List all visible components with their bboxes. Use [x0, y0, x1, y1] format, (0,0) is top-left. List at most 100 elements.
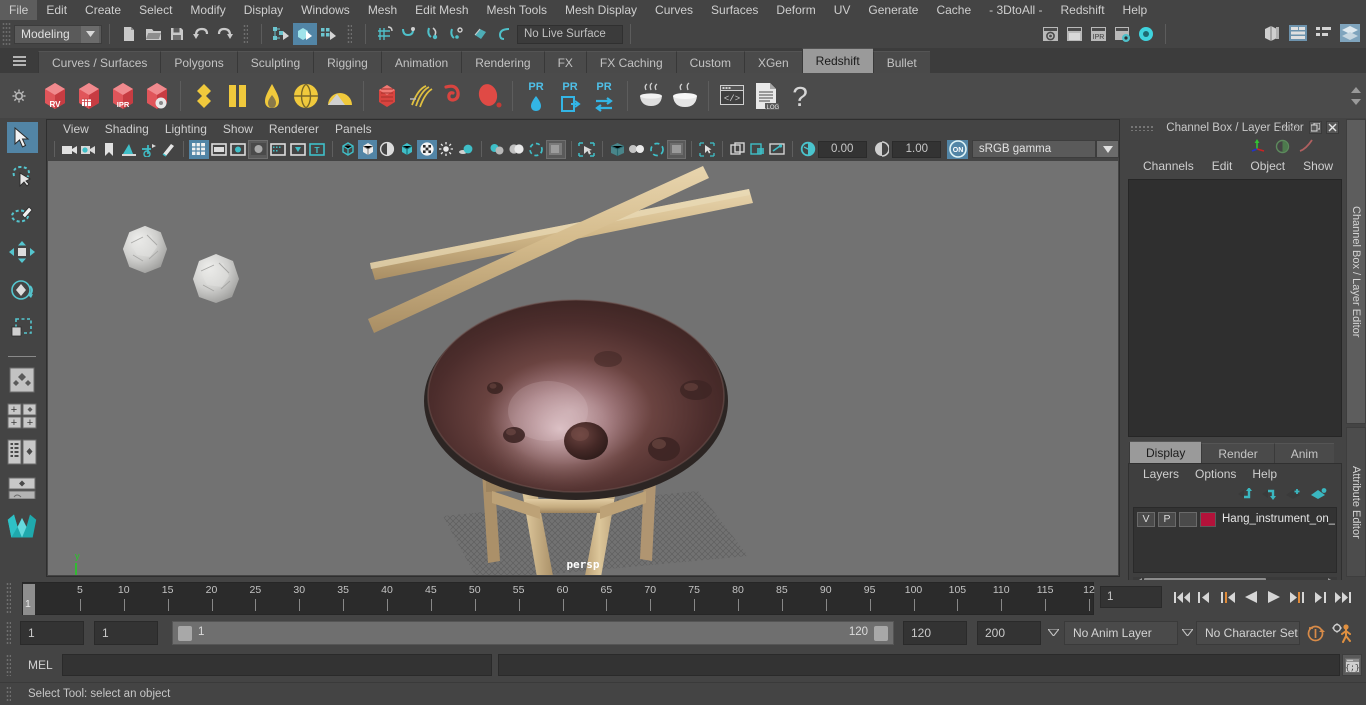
- grid-toggle-icon[interactable]: [189, 139, 209, 159]
- shelf-redshift-material-blender-icon[interactable]: [221, 77, 255, 115]
- dock-tab-channel-box[interactable]: Channel Box / Layer Editor: [1346, 119, 1366, 424]
- shelf-tab-fx-caching[interactable]: FX Caching: [585, 51, 676, 73]
- panel-grip-right[interactable]: [1278, 125, 1302, 131]
- show-hide-attribute-editor-icon[interactable]: [1286, 22, 1310, 44]
- exposure-icon[interactable]: [798, 140, 818, 159]
- perspective-viewport[interactable]: y x z persp: [48, 161, 1118, 575]
- layer-list[interactable]: V P Hang_instrument_on_: [1133, 507, 1337, 573]
- viewport-menu-renderer[interactable]: Renderer: [261, 122, 327, 136]
- shelf-redshift-material-icon[interactable]: [187, 77, 221, 115]
- shelf-redshift-script-icon[interactable]: </>: [715, 77, 749, 115]
- range-slider[interactable]: 1 120: [172, 621, 894, 645]
- snap-to-view-plane-icon[interactable]: [469, 23, 493, 45]
- viewport-menu-panels[interactable]: Panels: [327, 122, 380, 136]
- shelf-redshift-proxy-icon[interactable]: [370, 77, 404, 115]
- select-by-component-icon[interactable]: [317, 23, 341, 45]
- layer-playback-toggle[interactable]: P: [1158, 511, 1176, 527]
- range-end-time-field[interactable]: 120: [903, 621, 967, 645]
- texture-border-icon[interactable]: T: [307, 140, 327, 159]
- color-management-chevron-down-icon[interactable]: [1096, 140, 1119, 158]
- shelf-tab-bullet[interactable]: Bullet: [872, 51, 930, 73]
- layer-menu-help[interactable]: Help: [1244, 467, 1285, 481]
- save-scene-icon[interactable]: [165, 23, 189, 45]
- rotate-tool[interactable]: [7, 274, 38, 305]
- wireframe-icon[interactable]: [338, 140, 358, 159]
- xray-icon[interactable]: [607, 140, 627, 159]
- range-slider-left-handle[interactable]: [178, 626, 192, 641]
- shelf-menu-icon[interactable]: [0, 48, 38, 73]
- use-all-lights-icon[interactable]: [437, 140, 457, 159]
- menu-redshift[interactable]: Redshift: [1052, 0, 1114, 20]
- shelf-redshift-render-settings-icon[interactable]: [140, 77, 174, 115]
- select-by-object-icon[interactable]: [293, 23, 317, 45]
- move-layer-down-icon[interactable]: [1262, 488, 1277, 500]
- render-settings-icon[interactable]: [1110, 23, 1134, 45]
- menu-generate[interactable]: Generate: [859, 0, 927, 20]
- command-input[interactable]: [62, 654, 492, 676]
- smooth-shade-all-icon[interactable]: [357, 139, 378, 159]
- viewport-menu-lighting[interactable]: Lighting: [157, 122, 215, 136]
- menu-mesh[interactable]: Mesh: [359, 0, 406, 20]
- layer-name[interactable]: Hang_instrument_on_: [1222, 513, 1335, 525]
- create-layer-from-selected-icon[interactable]: [1311, 488, 1327, 500]
- help-line-grip[interactable]: [6, 686, 11, 703]
- viewport-menu-shading[interactable]: Shading: [97, 122, 157, 136]
- time-slider-grip[interactable]: [6, 582, 11, 614]
- shelf-tab-polygons[interactable]: Polygons: [160, 51, 237, 73]
- layout-hypergraph-persp[interactable]: [6, 473, 38, 503]
- menu-curves[interactable]: Curves: [646, 0, 702, 20]
- shelf-tab-custom[interactable]: Custom: [675, 51, 744, 73]
- channel-box-menu-channels[interactable]: Channels: [1134, 159, 1203, 173]
- color-management-select[interactable]: sRGB gamma: [971, 140, 1097, 158]
- film-origin-icon[interactable]: [268, 140, 288, 159]
- screen-space-ao-icon[interactable]: [487, 140, 507, 159]
- open-scene-icon[interactable]: [141, 23, 165, 45]
- move-layer-up-icon[interactable]: [1238, 488, 1253, 500]
- shelf-tab-rendering[interactable]: Rendering: [461, 51, 544, 73]
- color-management-toggle-icon[interactable]: ON: [947, 139, 968, 159]
- keyframe-curve-icon[interactable]: [1298, 139, 1314, 153]
- channel-box-menu-edit[interactable]: Edit: [1203, 159, 1242, 173]
- shelf-redshift-log-icon[interactable]: .LOG: [749, 77, 783, 115]
- time-slider-track[interactable]: 1 5 10 15 20 25 30 35 40 45 50 55 60 65 70 75 80 85 90 95 1…: [22, 582, 1095, 615]
- step-back-frame-icon[interactable]: [1218, 587, 1237, 607]
- character-set-select[interactable]: No Character Set: [1196, 621, 1300, 645]
- shelf-redshift-dome-light-icon[interactable]: [323, 77, 357, 115]
- menu-mesh-tools[interactable]: Mesh Tools: [478, 0, 556, 20]
- grease-pencil-icon[interactable]: [158, 140, 178, 159]
- menu-create[interactable]: Create: [76, 0, 130, 20]
- scale-tool[interactable]: [7, 312, 38, 343]
- shelf-redshift-sss-icon[interactable]: [472, 77, 506, 115]
- render-current-frame-icon[interactable]: [1038, 23, 1062, 45]
- shelf-tab-sculpting[interactable]: Sculpting: [236, 51, 314, 73]
- layout-outliner-persp[interactable]: [6, 437, 38, 467]
- menu-uv[interactable]: UV: [825, 0, 860, 20]
- command-output[interactable]: [498, 654, 1340, 676]
- undock-icon[interactable]: [1309, 121, 1322, 134]
- range-slider-grip[interactable]: [6, 621, 11, 645]
- step-forward-frame-icon[interactable]: [1287, 587, 1306, 607]
- play-forwards-icon[interactable]: [1264, 587, 1283, 607]
- script-editor-icon[interactable]: {;}: [1342, 654, 1362, 676]
- gamma-value[interactable]: 1.00: [892, 140, 942, 158]
- shelf-tab-animation[interactable]: Animation: [380, 51, 462, 73]
- scroll-down-icon[interactable]: [1351, 98, 1361, 105]
- tab-display[interactable]: Display: [1129, 441, 1202, 463]
- selection-highlight-icon[interactable]: [288, 140, 308, 159]
- viewport-snapshot-icon[interactable]: [767, 140, 787, 159]
- channel-box-menu-object[interactable]: Object: [1241, 159, 1294, 173]
- ipr-render-icon[interactable]: IPR: [1086, 23, 1110, 45]
- range-start-time-field[interactable]: 1: [94, 621, 158, 645]
- layer-shading-toggle[interactable]: [1179, 511, 1197, 527]
- resolution-gate-icon[interactable]: [229, 140, 249, 159]
- snap-to-curve-icon[interactable]: [397, 23, 421, 45]
- viewport-display-layer-icon[interactable]: [666, 139, 687, 159]
- isolate-select-icon[interactable]: [577, 140, 597, 159]
- tab-anim[interactable]: Anim: [1273, 443, 1335, 463]
- multisample-icon[interactable]: [526, 140, 546, 159]
- tab-render[interactable]: Render: [1201, 443, 1274, 463]
- shelf-tab-fx[interactable]: FX: [543, 51, 586, 73]
- move-tool[interactable]: [7, 236, 38, 267]
- show-hide-modeling-toolkit-icon[interactable]: [1260, 22, 1284, 44]
- xray-joints-icon[interactable]: [627, 140, 647, 159]
